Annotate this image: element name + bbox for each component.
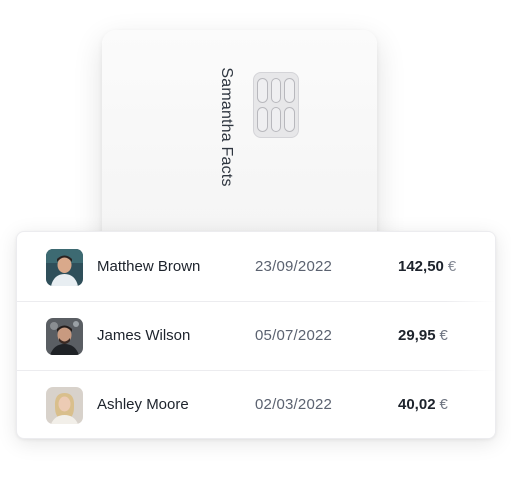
avatar [46,387,83,424]
transaction-date: 02/03/2022 [255,396,333,413]
transaction-date: 23/09/2022 [255,258,333,275]
transaction-amount: 142,50 € [398,232,456,302]
amount-value: 40,02 [398,396,436,413]
avatar [46,318,83,355]
currency-symbol: € [439,396,448,413]
transaction-amount: 29,95 € [398,301,448,371]
currency-symbol: € [439,327,448,344]
transaction-row[interactable]: Matthew Brown 23/09/2022 142,50 € [17,232,495,302]
transaction-name: James Wilson [97,327,191,344]
avatar [46,249,83,286]
card-holder-label: Samantha Facts [218,67,235,187]
transaction-row[interactable]: Ashley Moore 02/03/2022 40,02 € [17,370,495,438]
transaction-name: Matthew Brown [97,258,201,275]
currency-symbol: € [447,258,457,275]
amount-value: 142,50 [398,258,444,275]
card-chip-icon [253,72,299,138]
transactions-list: Matthew Brown 23/09/2022 142,50 € James W… [16,231,496,439]
transaction-name: Ashley Moore [97,396,189,413]
transaction-date: 05/07/2022 [255,327,333,344]
amount-value: 29,95 [398,327,436,344]
transaction-row[interactable]: James Wilson 05/07/2022 29,95 € [17,301,495,371]
transaction-amount: 40,02 € [398,370,448,438]
